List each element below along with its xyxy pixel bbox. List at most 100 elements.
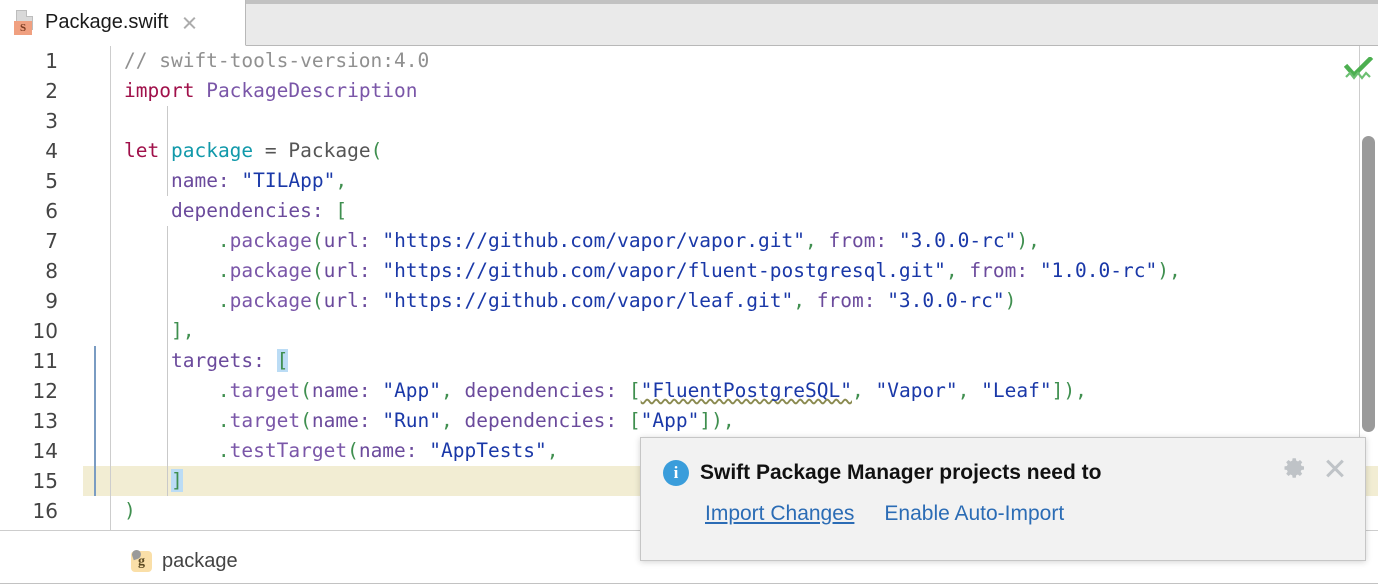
token-label: url: [323, 229, 371, 252]
token-label: dependencies: [464, 379, 618, 402]
token-bracket: [ [628, 379, 641, 402]
code-line-6: dependencies: [ [111, 196, 347, 226]
token-comma: , [441, 409, 453, 432]
token-paren: ) [1063, 379, 1076, 402]
token-bracket: ] [1051, 379, 1064, 402]
line-number: 3 [45, 109, 58, 133]
token-dot: . [217, 229, 230, 252]
token-dot: . [217, 289, 230, 312]
code-line-7: .package(url: "https://github.com/vapor/… [111, 226, 1040, 256]
token-method: testTarget [229, 439, 348, 462]
gear-icon[interactable] [1283, 456, 1307, 480]
notification-header: i Swift Package Manager projects need to [663, 460, 1101, 486]
token-paren: ) [711, 409, 723, 432]
breadcrumb-icon-letter: g [138, 553, 145, 569]
token-string-warning: "FluentPostgreSQL" [640, 379, 852, 402]
token-string: "TILApp" [241, 169, 336, 192]
notification-title: Swift Package Manager projects need to [700, 461, 1102, 484]
token-paren: ) [1157, 259, 1169, 282]
line-number: 8 [45, 259, 58, 283]
token-comma: , [793, 289, 805, 312]
line-numbers: 1 2 3 4 5 6 7 8 9 10 11 12 13 14 15 16 [0, 46, 58, 526]
enable-auto-import-link[interactable]: Enable Auto-Import [884, 502, 1064, 526]
token-label: targets: [170, 349, 265, 372]
token-paren: ( [300, 379, 312, 402]
token-paren: ( [311, 229, 324, 252]
notification-actions: Import Changes Enable Auto-Import [705, 502, 1064, 526]
token-method: package [229, 259, 312, 282]
line-number: 13 [32, 409, 58, 433]
token-comma: , [957, 379, 970, 402]
swift-badge-letter: S [14, 20, 32, 35]
token-comma: , [722, 409, 735, 432]
code-line-9: .package(url: "https://github.com/vapor/… [111, 286, 1016, 316]
line-number: 9 [45, 289, 58, 313]
info-icon: i [663, 460, 689, 486]
line-number-current: 15 [32, 469, 58, 493]
token-identifier: package [170, 139, 254, 162]
code-line-14: .testTarget(name: "AppTests", [111, 436, 559, 466]
token-string: "Run" [382, 409, 442, 432]
token-label: url: [323, 259, 371, 282]
token-paren: ( [311, 289, 324, 312]
line-number: 10 [32, 319, 58, 343]
token-dot: . [217, 379, 230, 402]
token-string: "3.0.0-rc" [898, 229, 1017, 252]
token-comma: , [335, 169, 348, 192]
token-string: "Leaf" [981, 379, 1052, 402]
token-type: Package [288, 139, 371, 162]
notification-close-icon[interactable] [1323, 456, 1347, 480]
token-method: target [229, 409, 301, 432]
token-paren: ) [124, 499, 136, 522]
token-comma: , [182, 319, 195, 342]
close-icon[interactable] [180, 14, 198, 32]
code-line-4: let package = Package( [111, 136, 382, 166]
token-operator: = [264, 139, 277, 162]
notification-balloon[interactable]: i Swift Package Manager projects need to… [640, 437, 1366, 561]
token-method: package [229, 229, 312, 252]
line-number: 1 [45, 49, 58, 73]
token-string: "AppTests" [429, 439, 547, 462]
code-line-15: ] [111, 466, 183, 496]
code-folding-indent-guide [94, 346, 96, 496]
token-type: PackageDescription [206, 79, 418, 102]
line-number: 11 [32, 349, 58, 373]
token-comma: , [441, 379, 453, 402]
code-line-8: .package(url: "https://github.com/vapor/… [111, 256, 1181, 286]
line-number: 12 [32, 379, 58, 403]
tab-title: Package.swift [45, 11, 169, 33]
code-line-10: ], [111, 316, 195, 346]
token-string: "3.0.0-rc" [887, 289, 1005, 312]
breadcrumb-item-package[interactable]: package [162, 550, 238, 573]
code-line-1: // swift-tools-version:4.0 [111, 46, 429, 76]
line-number: 16 [32, 499, 58, 523]
token-bracket: [ [628, 409, 641, 432]
line-number: 4 [45, 139, 58, 163]
import-changes-link[interactable]: Import Changes [705, 502, 854, 526]
token-paren: ( [300, 409, 312, 432]
editor-tab-bar: S Package.swift [0, 0, 1378, 46]
vertical-scrollbar-thumb[interactable] [1362, 136, 1375, 432]
code-line-13: .target(name: "Run", dependencies: ["App… [111, 406, 735, 436]
token-label: name: [311, 409, 371, 432]
token-comment: // swift-tools-version:4.0 [124, 49, 430, 72]
code-line-12: .target(name: "App", dependencies: ["Flu… [111, 376, 1087, 406]
token-method: package [229, 289, 312, 312]
token-label: name: [311, 379, 371, 402]
token-label: dependencies: [170, 199, 324, 222]
token-string: "App" [640, 409, 700, 432]
token-dot: . [217, 259, 230, 282]
token-label: name: [358, 439, 418, 462]
token-bracket-matched: ] [170, 469, 183, 492]
token-label: url: [323, 289, 371, 312]
token-string: "https://github.com/vapor/fluent-postgre… [382, 259, 946, 282]
token-paren: ) [1004, 289, 1017, 312]
line-number: 14 [32, 439, 58, 463]
token-label: name: [170, 169, 230, 192]
token-string: "1.0.0-rc" [1039, 259, 1158, 282]
token-label: from: [969, 259, 1029, 282]
token-dot: . [217, 409, 230, 432]
global-variable-icon: g [130, 548, 152, 572]
tab-package-swift[interactable]: S Package.swift [0, 0, 246, 46]
